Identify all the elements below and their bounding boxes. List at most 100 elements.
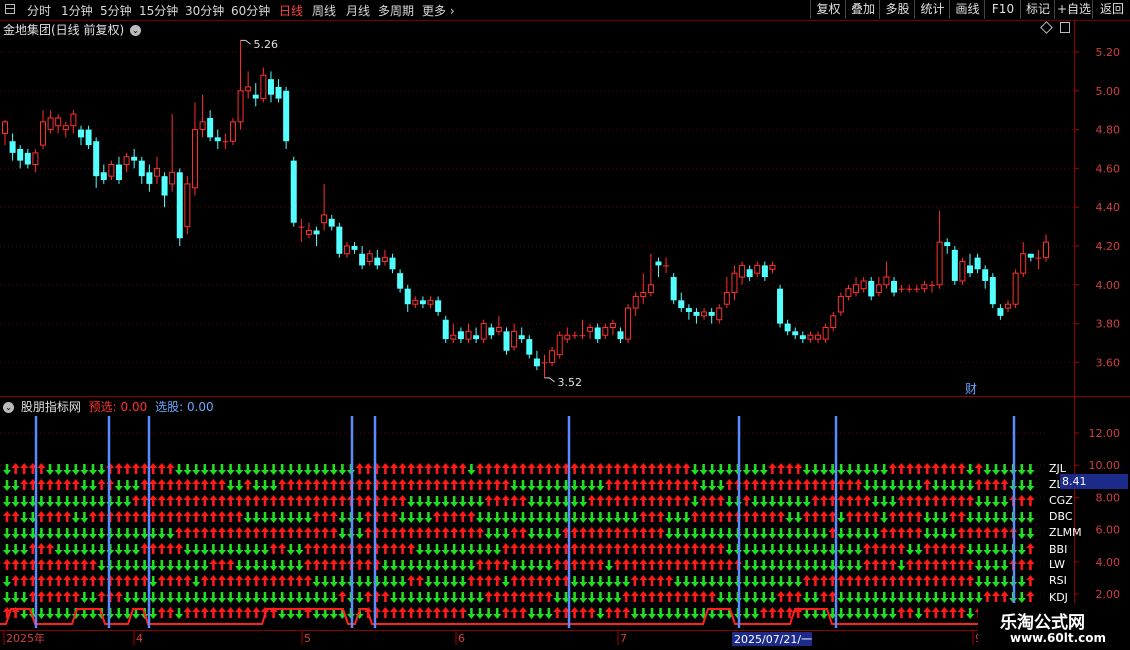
up-arrow: [957, 543, 966, 554]
down-arrow: [1026, 480, 1035, 491]
down-arrow: [252, 592, 261, 603]
up-arrow: [458, 463, 467, 474]
up-arrow: [37, 591, 46, 602]
up-arrow: [166, 463, 175, 474]
up-arrow: [54, 591, 63, 602]
up-arrow: [742, 495, 751, 506]
up-arrow: [364, 495, 373, 506]
down-arrow: [166, 528, 175, 539]
down-arrow: [845, 544, 854, 555]
up-arrow: [691, 511, 699, 522]
candle-body: [161, 176, 168, 196]
up-arrow: [183, 479, 192, 490]
up-arrow: [424, 527, 433, 538]
up-arrow: [269, 495, 278, 506]
down-arrow: [914, 544, 923, 555]
up-arrow: [192, 511, 201, 522]
down-arrow: [536, 608, 545, 619]
date-label: 6: [458, 632, 465, 645]
down-arrow: [89, 480, 97, 491]
up-arrow: [880, 575, 889, 586]
down-arrow: [888, 480, 897, 491]
down-arrow: [777, 576, 785, 587]
up-arrow: [243, 495, 252, 506]
up-arrow: [46, 559, 54, 570]
down-arrow: [880, 480, 889, 491]
up-arrow: [682, 543, 691, 554]
up-arrow: [441, 463, 450, 474]
up-arrow: [37, 559, 46, 570]
up-arrow: [200, 511, 209, 522]
down-arrow: [854, 608, 863, 619]
down-arrow: [166, 560, 175, 571]
down-arrow: [536, 528, 545, 539]
up-arrow: [433, 607, 441, 618]
down-arrow: [424, 544, 433, 555]
down-arrow: [433, 544, 441, 555]
down-arrow: [89, 528, 97, 539]
candle-body: [929, 284, 936, 286]
candle-body: [1035, 257, 1042, 259]
up-arrow: [596, 463, 605, 474]
chart-canvas: 5.20 5.00 4.80 4.60 4.40 4.20 4.00 3.80 3.60 5.26…: [0, 20, 1130, 646]
up-arrow: [132, 511, 140, 522]
up-arrow: [923, 479, 932, 490]
up-arrow: [390, 495, 398, 506]
up-arrow: [957, 463, 966, 474]
up-arrow: [949, 543, 957, 554]
up-arrow: [665, 543, 674, 554]
down-arrow: [983, 512, 992, 523]
down-arrow: [837, 608, 846, 619]
up-arrow: [192, 527, 201, 538]
up-arrow: [381, 607, 390, 618]
up-arrow: [544, 575, 553, 586]
up-arrow: [906, 495, 914, 506]
down-arrow: [931, 512, 940, 523]
down-arrow: [338, 528, 347, 539]
down-arrow: [235, 544, 244, 555]
candle-body: [138, 160, 145, 177]
down-arrow: [304, 592, 312, 603]
down-arrow: [527, 512, 536, 523]
down-arrow: [510, 512, 519, 523]
down-arrow: [20, 528, 29, 539]
up-arrow: [510, 463, 519, 474]
ind-tick-label: 10.00: [1089, 459, 1121, 472]
up-arrow: [415, 607, 424, 618]
up-arrow: [407, 575, 416, 586]
down-arrow: [596, 512, 605, 523]
up-arrow: [338, 591, 347, 602]
down-arrow: [519, 480, 527, 491]
down-arrow: [338, 576, 347, 587]
down-arrow: [880, 608, 889, 619]
down-arrow: [1017, 544, 1026, 555]
down-arrow: [458, 576, 467, 587]
up-arrow: [329, 527, 338, 538]
up-arrow: [140, 479, 149, 490]
up-arrow: [777, 463, 785, 474]
down-arrow: [716, 480, 725, 491]
up-arrow: [639, 511, 648, 522]
indicator-row-label-zjl: ZJL: [1049, 462, 1067, 475]
down-arrow: [433, 560, 441, 571]
down-arrow: [768, 544, 777, 555]
down-arrow: [286, 512, 295, 523]
up-arrow: [312, 479, 321, 490]
up-arrow: [544, 463, 553, 474]
up-arrow: [398, 479, 407, 490]
up-arrow: [648, 511, 656, 522]
down-arrow: [166, 592, 175, 603]
down-arrow: [476, 512, 484, 523]
up-arrow: [381, 495, 390, 506]
down-arrow: [871, 608, 880, 619]
up-arrow: [364, 559, 373, 570]
candle-body: [184, 183, 191, 228]
up-arrow: [493, 495, 502, 506]
candle-body: [237, 90, 244, 123]
down-arrow: [665, 512, 674, 523]
candle-body: [77, 129, 84, 138]
down-arrow: [863, 608, 871, 619]
up-arrow: [338, 479, 347, 490]
down-arrow: [338, 464, 347, 475]
up-arrow: [845, 511, 854, 522]
